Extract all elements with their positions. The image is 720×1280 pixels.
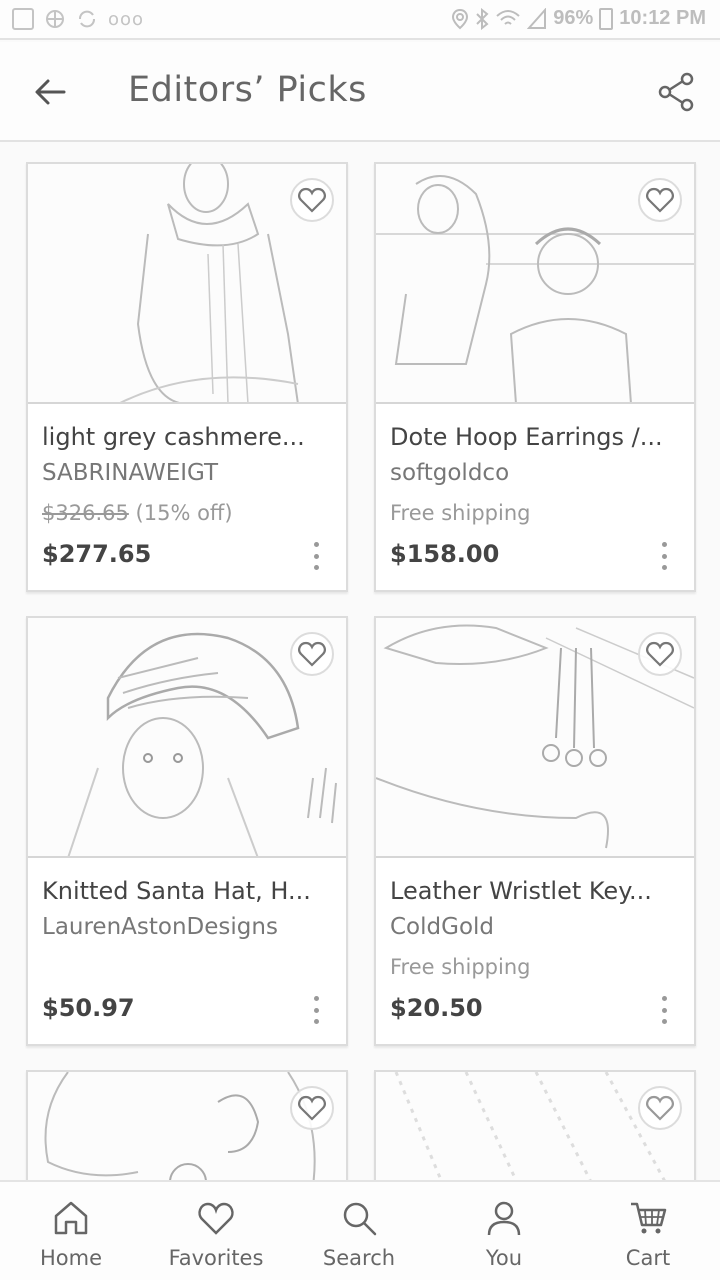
product-card[interactable]: Leather Wristlet Key... ColdGold Free sh…: [374, 616, 696, 1046]
nav-cart-label: Cart: [625, 1246, 671, 1270]
image-notification-icon: [12, 8, 34, 30]
page-title: Editors’ Picks: [128, 70, 367, 110]
wifi-icon: [496, 9, 520, 25]
heart-icon: [298, 187, 326, 213]
app-toolbar: Editors’ Picks: [0, 42, 720, 142]
product-image[interactable]: [28, 1072, 346, 1180]
location-icon: [452, 8, 469, 29]
product-card[interactable]: Knitted Santa Hat, H... LaurenAstonDesig…: [26, 616, 348, 1046]
more-options-button[interactable]: [654, 996, 674, 1024]
heart-icon: [646, 1095, 674, 1121]
product-grid: light grey cashmere... SABRINAWEIGT $326…: [0, 160, 720, 1180]
battery-icon: [599, 7, 614, 30]
clock: 10:12 PM: [619, 7, 706, 29]
shipping-info: Free shipping: [390, 501, 531, 525]
heart-icon: [646, 187, 674, 213]
heart-icon: [646, 641, 674, 667]
product-title: Knitted Santa Hat, H...: [42, 877, 311, 905]
share-button[interactable]: [654, 70, 698, 114]
nav-search-label: Search: [322, 1246, 396, 1270]
favorite-button[interactable]: [638, 178, 682, 222]
battery-percent: 96%: [553, 7, 594, 29]
original-price: $326.65: [42, 501, 129, 525]
overflow-dots: ooo: [108, 8, 145, 30]
signal-icon: [527, 7, 547, 29]
heart-icon: [298, 1095, 326, 1121]
product-title: light grey cashmere...: [42, 423, 305, 451]
product-title: Leather Wristlet Key...: [390, 877, 652, 905]
product-price: $158.00: [390, 540, 500, 568]
nav-search[interactable]: Search: [299, 1194, 419, 1274]
more-options-button[interactable]: [306, 996, 326, 1024]
product-price: $50.97: [42, 994, 135, 1022]
sync-icon: [79, 10, 95, 28]
product-image-sketch: [44, 1072, 316, 1180]
shipping-info: Free shipping: [390, 955, 531, 979]
shipping-info: [42, 952, 332, 982]
nav-favorites-label: Favorites: [168, 1246, 264, 1270]
status-system: 96% 10:12 PM: [451, 7, 706, 30]
favorite-button[interactable]: [290, 1086, 334, 1130]
product-card[interactable]: Dote Hoop Earrings /... softgoldco Free …: [374, 162, 696, 592]
product-image-sketch: [394, 1072, 666, 1180]
search-icon: [343, 1202, 377, 1236]
product-price: $277.65: [42, 540, 152, 568]
product-image[interactable]: [28, 164, 346, 404]
more-options-button[interactable]: [306, 542, 326, 570]
product-info: Dote Hoop Earrings /... softgoldco Free …: [376, 404, 694, 590]
product-image[interactable]: [376, 1072, 694, 1180]
shop-name: SABRINAWEIGT: [42, 460, 219, 486]
favorite-button[interactable]: [638, 1086, 682, 1130]
nav-you-label: You: [485, 1246, 523, 1270]
status-bar: ooo 96% 10:12 PM: [0, 0, 720, 40]
shop-name: ColdGold: [390, 914, 495, 940]
bluetooth-icon: [476, 7, 489, 30]
product-card[interactable]: [26, 1070, 348, 1180]
product-info: Leather Wristlet Key... ColdGold Free sh…: [376, 858, 694, 1044]
nav-cart[interactable]: Cart: [588, 1194, 708, 1274]
heart-icon: [298, 641, 326, 667]
product-discount: $326.65 (15% off): [42, 498, 332, 528]
shop-name: softgoldco: [390, 460, 510, 486]
share-icon: [658, 72, 694, 112]
product-card[interactable]: [374, 1070, 696, 1180]
back-arrow-icon: [35, 79, 66, 105]
product-image[interactable]: [376, 618, 694, 858]
product-price: $20.50: [390, 994, 483, 1022]
product-image[interactable]: [376, 164, 694, 404]
product-info: Knitted Santa Hat, H... LaurenAstonDesig…: [28, 858, 346, 1044]
favorite-button[interactable]: [638, 632, 682, 676]
discount-percent: (15% off): [135, 501, 233, 525]
nav-favorites[interactable]: Favorites: [156, 1194, 276, 1274]
favorite-button[interactable]: [290, 632, 334, 676]
nav-home-label: Home: [39, 1246, 102, 1270]
shop-name: LaurenAstonDesigns: [42, 914, 278, 940]
product-title: Dote Hoop Earrings /...: [390, 423, 663, 451]
heart-outline-icon: [198, 1202, 234, 1235]
product-card[interactable]: light grey cashmere... SABRINAWEIGT $326…: [26, 162, 348, 592]
product-image[interactable]: [28, 618, 346, 858]
nav-home[interactable]: Home: [11, 1194, 131, 1274]
status-notifications: ooo: [12, 8, 144, 30]
nav-you[interactable]: You: [444, 1194, 564, 1274]
bottom-navigation: Home Favorites Search You Cart: [0, 1180, 720, 1280]
more-options-button[interactable]: [654, 542, 674, 570]
favorite-button[interactable]: [290, 178, 334, 222]
home-icon: [54, 1201, 88, 1235]
cart-icon: [631, 1202, 667, 1234]
back-button[interactable]: [26, 68, 74, 116]
pinwheel-icon: [46, 10, 64, 28]
person-icon: [487, 1201, 521, 1236]
product-info: light grey cashmere... SABRINAWEIGT $326…: [28, 404, 346, 590]
